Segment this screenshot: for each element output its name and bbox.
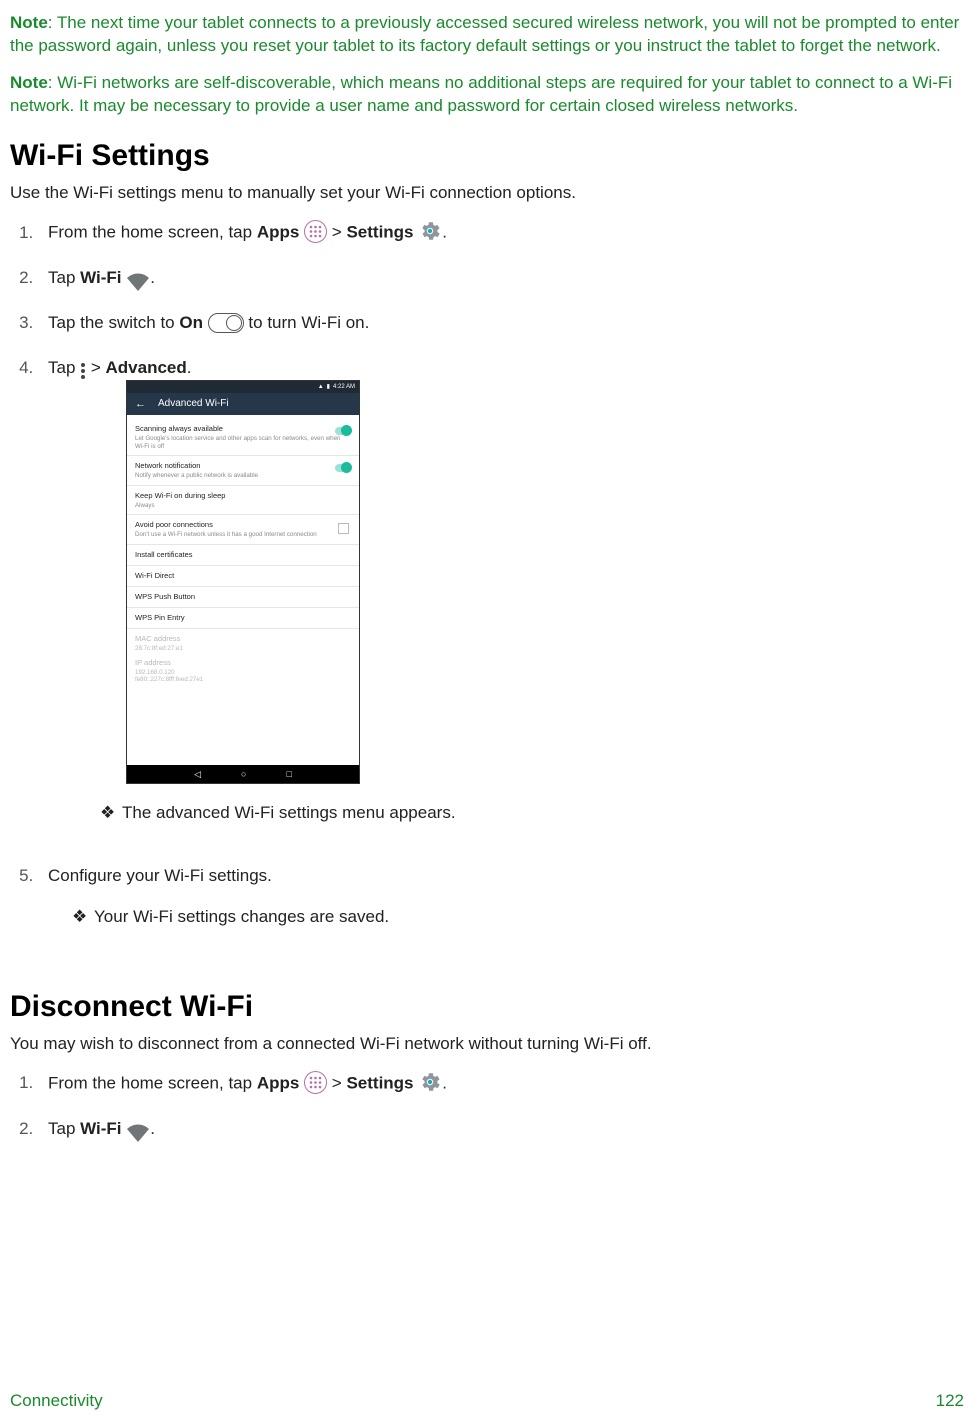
row-ip-address: IP address 192.168.0.120 fe80::227c:8fff… bbox=[127, 658, 359, 689]
diamond-bullet-icon: ❖ bbox=[72, 906, 94, 929]
device-settings-list: Scanning always available Let Google's l… bbox=[127, 415, 359, 765]
toggle-on-icon bbox=[335, 464, 351, 472]
note-2-label: Note bbox=[10, 73, 48, 92]
diamond-bullet-icon: ❖ bbox=[100, 802, 122, 825]
footer-section: Connectivity bbox=[10, 1390, 103, 1413]
step-1-apps: Apps bbox=[257, 223, 300, 242]
substep-advanced-menu-appears: ❖ The advanced Wi-Fi settings menu appea… bbox=[100, 802, 964, 825]
step-3-text-b: to turn Wi-Fi on. bbox=[248, 313, 369, 332]
nav-recent-icon: □ bbox=[286, 768, 291, 780]
row-avoid-poor-connections: Avoid poor connections Don't use a Wi-Fi… bbox=[127, 515, 359, 545]
step-2-wifi: Wi-Fi bbox=[80, 268, 121, 287]
apps-icon bbox=[304, 220, 327, 243]
d-step-2-text-a: Tap bbox=[48, 1119, 80, 1138]
row-install-certificates: Install certificates bbox=[127, 545, 359, 566]
step-1-text-a: From the home screen, tap bbox=[48, 223, 257, 242]
d-step-1-settings: Settings bbox=[346, 1073, 413, 1092]
step-4-advanced: Advanced bbox=[106, 358, 187, 377]
step-4: Tap > Advanced. ▲ ▮ 4:22 AM ← Advanced W… bbox=[38, 357, 964, 865]
row-wps-push-button: WPS Push Button bbox=[127, 587, 359, 608]
page-footer: Connectivity 122 bbox=[10, 1390, 964, 1413]
d-step-2: Tap Wi-Fi . bbox=[38, 1118, 964, 1163]
steps-disconnect-wifi: From the home screen, tap Apps > Setting… bbox=[38, 1072, 964, 1163]
settings-icon bbox=[418, 219, 442, 243]
step-5: Configure your Wi-Fi settings. ❖ Your Wi… bbox=[38, 865, 964, 969]
row-wps-pin-entry: WPS Pin Entry bbox=[127, 608, 359, 629]
heading-disconnect-wifi: Disconnect Wi-Fi bbox=[10, 987, 964, 1028]
wifi-icon: ▲ bbox=[318, 383, 324, 391]
lead-wifi-settings: Use the Wi-Fi settings menu to manually … bbox=[10, 182, 964, 205]
heading-wifi-settings: Wi-Fi Settings bbox=[10, 136, 964, 177]
step-1-settings: Settings bbox=[346, 223, 413, 242]
switch-on-icon bbox=[208, 313, 244, 333]
step-1-gt: > bbox=[332, 223, 347, 242]
d-step-2-wifi: Wi-Fi bbox=[80, 1119, 121, 1138]
lead-disconnect-wifi: You may wish to disconnect from a connec… bbox=[10, 1033, 964, 1056]
step-4-text-a: Tap bbox=[48, 358, 80, 377]
kebab-icon bbox=[80, 361, 86, 381]
d-step-1-text-a: From the home screen, tap bbox=[48, 1073, 257, 1092]
device-screenshot-advanced-wifi: ▲ ▮ 4:22 AM ← Advanced Wi-Fi Scanning al… bbox=[126, 380, 360, 784]
step-4-text-b: > bbox=[86, 358, 105, 377]
device-appbar-title: Advanced Wi-Fi bbox=[158, 397, 229, 411]
note-1-text: : The next time your tablet connects to … bbox=[10, 13, 959, 55]
device-navbar: ◁ ○ □ bbox=[127, 765, 359, 783]
row-wifi-direct: Wi-Fi Direct bbox=[127, 566, 359, 587]
note-1: Note: The next time your tablet connects… bbox=[10, 12, 964, 58]
row-network-notification: Network notification Notify whenever a p… bbox=[127, 456, 359, 486]
checkbox-unchecked-icon bbox=[338, 523, 349, 534]
apps-icon bbox=[304, 1071, 327, 1094]
note-2: Note: Wi-Fi networks are self-discoverab… bbox=[10, 72, 964, 118]
wifi-icon bbox=[126, 272, 150, 292]
device-clock: 4:22 AM bbox=[333, 383, 355, 391]
d-step-1: From the home screen, tap Apps > Setting… bbox=[38, 1072, 964, 1118]
device-appbar: ← Advanced Wi-Fi bbox=[127, 393, 359, 415]
battery-icon: ▮ bbox=[327, 383, 330, 391]
step-3: Tap the switch to On to turn Wi-Fi on. bbox=[38, 312, 964, 357]
nav-home-icon: ○ bbox=[241, 768, 246, 780]
step-3-on: On bbox=[179, 313, 203, 332]
wifi-icon bbox=[126, 1123, 150, 1143]
row-scanning-always-available: Scanning always available Let Google's l… bbox=[127, 419, 359, 456]
d-step-1-apps: Apps bbox=[257, 1073, 300, 1092]
steps-wifi-settings: From the home screen, tap Apps > Setting… bbox=[38, 221, 964, 968]
d-step-1-gt: > bbox=[332, 1073, 347, 1092]
settings-icon bbox=[418, 1070, 442, 1094]
step-1: From the home screen, tap Apps > Setting… bbox=[38, 221, 964, 267]
row-keep-wifi-on-sleep: Keep Wi-Fi on during sleep Always bbox=[127, 486, 359, 516]
step-5-text: Configure your Wi-Fi settings. bbox=[48, 866, 272, 885]
toggle-on-icon bbox=[335, 427, 351, 435]
nav-back-icon: ◁ bbox=[194, 768, 201, 780]
device-blank-space bbox=[127, 689, 359, 765]
note-1-label: Note bbox=[10, 13, 48, 32]
step-2: Tap Wi-Fi . bbox=[38, 267, 964, 312]
row-mac-address: MAC address 28:7c:8f:ed:27:e1 bbox=[127, 629, 359, 658]
device-statusbar: ▲ ▮ 4:22 AM bbox=[127, 381, 359, 393]
footer-page-number: 122 bbox=[936, 1390, 964, 1413]
step-2-text-a: Tap bbox=[48, 268, 80, 287]
substep-settings-saved: ❖ Your Wi-Fi settings changes are saved. bbox=[72, 906, 964, 929]
step-3-text-a: Tap the switch to bbox=[48, 313, 179, 332]
note-2-text: : Wi-Fi networks are self-discoverable, … bbox=[10, 73, 952, 115]
back-arrow-icon: ← bbox=[135, 397, 146, 412]
